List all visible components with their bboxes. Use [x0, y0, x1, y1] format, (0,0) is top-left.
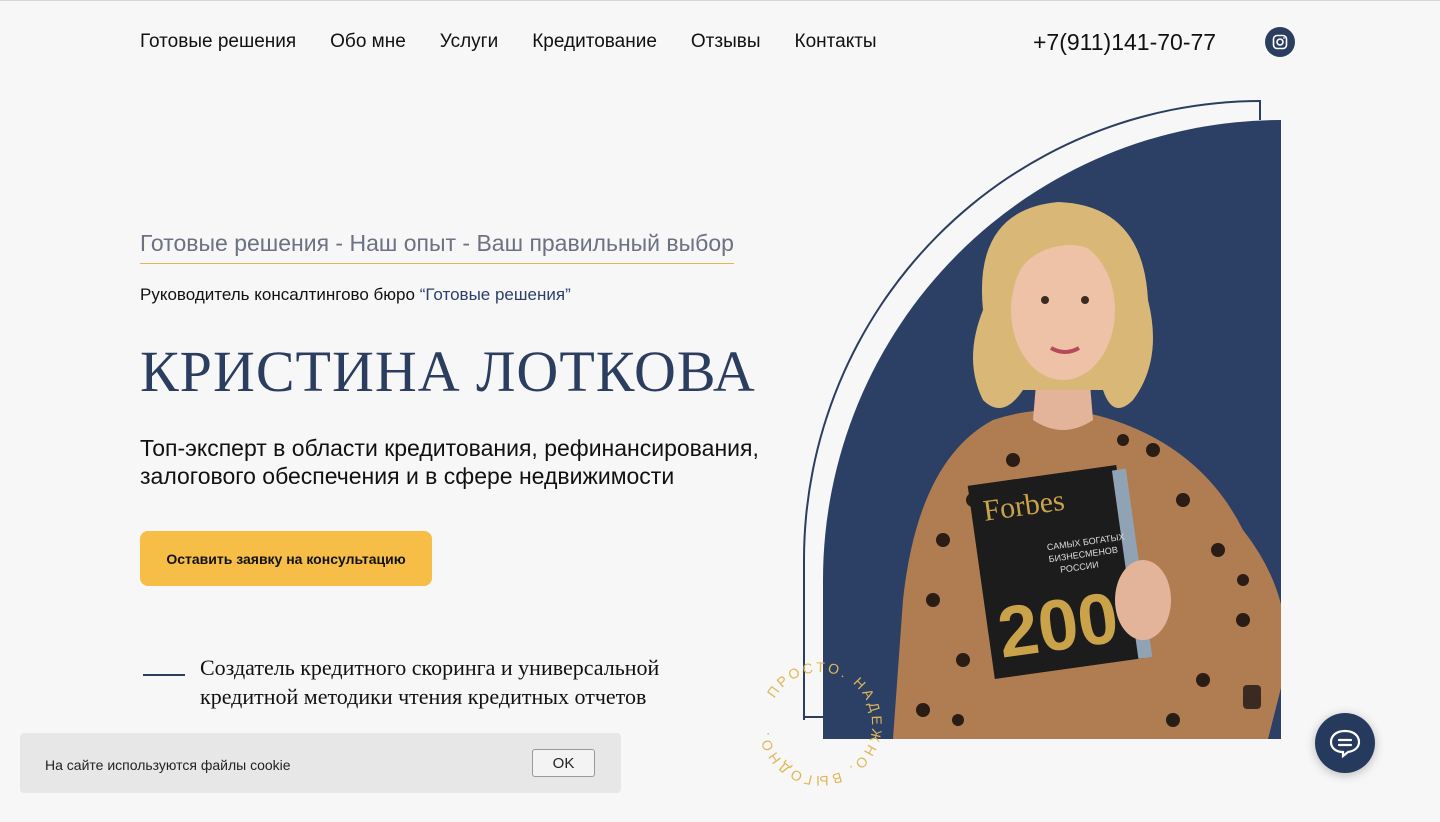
nav-item-solutions[interactable]: Готовые решения [140, 28, 296, 56]
nav-item-services[interactable]: Услуги [440, 28, 498, 56]
hero-portrait-panel: Forbes САМЫХ БОГАТЫХ БИЗНЕСМЕНОВ РОССИИ … [823, 120, 1281, 739]
nav-item-lending[interactable]: Кредитование [532, 28, 657, 56]
feature-text: Создатель кредитного скоринга и универса… [200, 655, 660, 709]
portrait-image: Forbes САМЫХ БОГАТЫХ БИЗНЕСМЕНОВ РОССИИ … [893, 202, 1281, 739]
svg-text:ПРОСТО. НАДЕЖНО. ВЫГОДНО.: ПРОСТО. НАДЕЖНО. ВЫГОДНО. [755, 659, 885, 789]
instagram-button[interactable] [1265, 27, 1295, 57]
nav-item-contacts[interactable]: Контакты [795, 28, 877, 56]
badge-text: ПРОСТО. НАДЕЖНО. ВЫГОДНО. [755, 659, 882, 789]
hero-tagline: Готовые решения - Наш опыт - Ваш правиль… [140, 229, 734, 264]
main-nav: Готовые решения Обо мне Услуги Кредитова… [140, 28, 877, 56]
role-company: “Готовые решения” [419, 285, 571, 304]
hero-role: Руководитель консалтингово бюро “Готовые… [140, 284, 571, 306]
arch-outline-edge [1259, 100, 1261, 120]
cookie-banner: На сайте используются файлы cookie OK [20, 733, 621, 793]
feature-divider [143, 674, 185, 676]
nav-item-reviews[interactable]: Отзывы [691, 28, 761, 56]
role-prefix: Руководитель консалтингово бюро [140, 285, 420, 304]
top-border [0, 0, 1440, 1]
instagram-icon [1272, 34, 1288, 50]
page-title: КРИСТИНА ЛОТКОВА [140, 339, 756, 404]
hero-expertise: Топ-эксперт в области кредитования, рефи… [140, 435, 759, 489]
nav-item-about[interactable]: Обо мне [330, 28, 406, 56]
cookie-text: На сайте используются файлы cookie [45, 757, 291, 773]
chat-icon [1329, 729, 1361, 758]
circular-badge: ПРОСТО. НАДЕЖНО. ВЫГОДНО. [755, 659, 885, 789]
chat-button[interactable] [1315, 713, 1375, 773]
phone-number[interactable]: +7(911)141-70-77 [1033, 27, 1216, 57]
magazine-number: 200 [993, 578, 1123, 674]
consultation-button[interactable]: Оставить заявку на консультацию [140, 531, 432, 586]
cookie-ok-button[interactable]: OK [532, 749, 595, 777]
